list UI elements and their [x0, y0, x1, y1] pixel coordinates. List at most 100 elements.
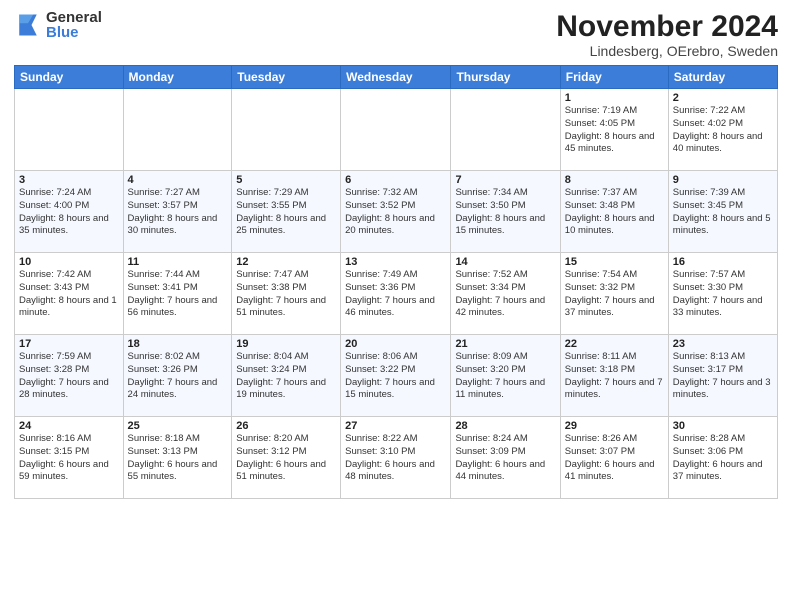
- day-info: Sunrise: 7:24 AM Sunset: 4:00 PM Dayligh…: [19, 187, 119, 238]
- calendar-cell-w2-d3: 5Sunrise: 7:29 AM Sunset: 3:55 PM Daylig…: [232, 171, 341, 253]
- calendar-header-row: Sunday Monday Tuesday Wednesday Thursday…: [15, 66, 778, 89]
- day-number: 17: [19, 338, 119, 350]
- calendar-cell-w5-d7: 30Sunrise: 8:28 AM Sunset: 3:06 PM Dayli…: [668, 417, 777, 499]
- header-monday: Monday: [123, 66, 232, 89]
- day-info: Sunrise: 7:49 AM Sunset: 3:36 PM Dayligh…: [345, 269, 446, 320]
- day-number: 6: [345, 174, 446, 186]
- day-number: 27: [345, 420, 446, 432]
- calendar-cell-w4-d5: 21Sunrise: 8:09 AM Sunset: 3:20 PM Dayli…: [451, 335, 560, 417]
- calendar-week-2: 3Sunrise: 7:24 AM Sunset: 4:00 PM Daylig…: [15, 171, 778, 253]
- calendar-table: Sunday Monday Tuesday Wednesday Thursday…: [14, 65, 778, 499]
- day-info: Sunrise: 7:42 AM Sunset: 3:43 PM Dayligh…: [19, 269, 119, 320]
- day-number: 20: [345, 338, 446, 350]
- header-thursday: Thursday: [451, 66, 560, 89]
- day-number: 12: [236, 256, 336, 268]
- day-info: Sunrise: 7:34 AM Sunset: 3:50 PM Dayligh…: [455, 187, 555, 238]
- calendar-cell-w3-d7: 16Sunrise: 7:57 AM Sunset: 3:30 PM Dayli…: [668, 253, 777, 335]
- calendar-cell-w5-d3: 26Sunrise: 8:20 AM Sunset: 3:12 PM Dayli…: [232, 417, 341, 499]
- day-number: 3: [19, 174, 119, 186]
- day-number: 21: [455, 338, 555, 350]
- calendar-week-4: 17Sunrise: 7:59 AM Sunset: 3:28 PM Dayli…: [15, 335, 778, 417]
- day-number: 29: [565, 420, 664, 432]
- day-info: Sunrise: 8:18 AM Sunset: 3:13 PM Dayligh…: [128, 433, 228, 484]
- day-number: 15: [565, 256, 664, 268]
- day-info: Sunrise: 8:11 AM Sunset: 3:18 PM Dayligh…: [565, 351, 664, 402]
- calendar-cell-w2-d7: 9Sunrise: 7:39 AM Sunset: 3:45 PM Daylig…: [668, 171, 777, 253]
- calendar-cell-w3-d5: 14Sunrise: 7:52 AM Sunset: 3:34 PM Dayli…: [451, 253, 560, 335]
- calendar-cell-w2-d5: 7Sunrise: 7:34 AM Sunset: 3:50 PM Daylig…: [451, 171, 560, 253]
- day-info: Sunrise: 7:47 AM Sunset: 3:38 PM Dayligh…: [236, 269, 336, 320]
- calendar-week-3: 10Sunrise: 7:42 AM Sunset: 3:43 PM Dayli…: [15, 253, 778, 335]
- day-number: 16: [673, 256, 773, 268]
- day-info: Sunrise: 7:54 AM Sunset: 3:32 PM Dayligh…: [565, 269, 664, 320]
- month-title: November 2024: [556, 10, 778, 43]
- day-info: Sunrise: 8:28 AM Sunset: 3:06 PM Dayligh…: [673, 433, 773, 484]
- calendar-cell-w5-d1: 24Sunrise: 8:16 AM Sunset: 3:15 PM Dayli…: [15, 417, 124, 499]
- day-info: Sunrise: 8:16 AM Sunset: 3:15 PM Dayligh…: [19, 433, 119, 484]
- header-wednesday: Wednesday: [341, 66, 451, 89]
- day-info: Sunrise: 7:44 AM Sunset: 3:41 PM Dayligh…: [128, 269, 228, 320]
- calendar-cell-w4-d1: 17Sunrise: 7:59 AM Sunset: 3:28 PM Dayli…: [15, 335, 124, 417]
- calendar-cell-w1-d7: 2Sunrise: 7:22 AM Sunset: 4:02 PM Daylig…: [668, 89, 777, 171]
- day-number: 23: [673, 338, 773, 350]
- title-block: November 2024 Lindesberg, OErebro, Swede…: [556, 10, 778, 59]
- day-info: Sunrise: 8:04 AM Sunset: 3:24 PM Dayligh…: [236, 351, 336, 402]
- day-info: Sunrise: 7:22 AM Sunset: 4:02 PM Dayligh…: [673, 105, 773, 156]
- day-info: Sunrise: 7:39 AM Sunset: 3:45 PM Dayligh…: [673, 187, 773, 238]
- calendar-cell-w1-d4: [341, 89, 451, 171]
- calendar-cell-w4-d4: 20Sunrise: 8:06 AM Sunset: 3:22 PM Dayli…: [341, 335, 451, 417]
- calendar-cell-w2-d6: 8Sunrise: 7:37 AM Sunset: 3:48 PM Daylig…: [560, 171, 668, 253]
- day-number: 5: [236, 174, 336, 186]
- location: Lindesberg, OErebro, Sweden: [556, 43, 778, 59]
- day-info: Sunrise: 7:32 AM Sunset: 3:52 PM Dayligh…: [345, 187, 446, 238]
- calendar-cell-w1-d1: [15, 89, 124, 171]
- day-info: Sunrise: 8:06 AM Sunset: 3:22 PM Dayligh…: [345, 351, 446, 402]
- calendar-cell-w1-d2: [123, 89, 232, 171]
- calendar-cell-w3-d1: 10Sunrise: 7:42 AM Sunset: 3:43 PM Dayli…: [15, 253, 124, 335]
- calendar-cell-w3-d3: 12Sunrise: 7:47 AM Sunset: 3:38 PM Dayli…: [232, 253, 341, 335]
- day-number: 28: [455, 420, 555, 432]
- calendar-cell-w4-d3: 19Sunrise: 8:04 AM Sunset: 3:24 PM Dayli…: [232, 335, 341, 417]
- day-number: 24: [19, 420, 119, 432]
- day-number: 19: [236, 338, 336, 350]
- calendar-cell-w4-d6: 22Sunrise: 8:11 AM Sunset: 3:18 PM Dayli…: [560, 335, 668, 417]
- logo-blue-text: Blue: [46, 25, 102, 40]
- day-number: 30: [673, 420, 773, 432]
- calendar-week-5: 24Sunrise: 8:16 AM Sunset: 3:15 PM Dayli…: [15, 417, 778, 499]
- calendar-cell-w4-d7: 23Sunrise: 8:13 AM Sunset: 3:17 PM Dayli…: [668, 335, 777, 417]
- day-number: 10: [19, 256, 119, 268]
- calendar-cell-w2-d1: 3Sunrise: 7:24 AM Sunset: 4:00 PM Daylig…: [15, 171, 124, 253]
- calendar-cell-w5-d5: 28Sunrise: 8:24 AM Sunset: 3:09 PM Dayli…: [451, 417, 560, 499]
- day-info: Sunrise: 8:24 AM Sunset: 3:09 PM Dayligh…: [455, 433, 555, 484]
- day-number: 14: [455, 256, 555, 268]
- calendar-cell-w4-d2: 18Sunrise: 8:02 AM Sunset: 3:26 PM Dayli…: [123, 335, 232, 417]
- day-number: 22: [565, 338, 664, 350]
- day-info: Sunrise: 7:27 AM Sunset: 3:57 PM Dayligh…: [128, 187, 228, 238]
- logo: General Blue: [14, 10, 102, 40]
- calendar-cell-w2-d4: 6Sunrise: 7:32 AM Sunset: 3:52 PM Daylig…: [341, 171, 451, 253]
- calendar-cell-w2-d2: 4Sunrise: 7:27 AM Sunset: 3:57 PM Daylig…: [123, 171, 232, 253]
- logo-icon: [14, 11, 42, 39]
- day-info: Sunrise: 8:13 AM Sunset: 3:17 PM Dayligh…: [673, 351, 773, 402]
- header-friday: Friday: [560, 66, 668, 89]
- day-number: 1: [565, 92, 664, 104]
- calendar-cell-w1-d5: [451, 89, 560, 171]
- day-info: Sunrise: 7:29 AM Sunset: 3:55 PM Dayligh…: [236, 187, 336, 238]
- day-info: Sunrise: 7:37 AM Sunset: 3:48 PM Dayligh…: [565, 187, 664, 238]
- header-saturday: Saturday: [668, 66, 777, 89]
- day-number: 8: [565, 174, 664, 186]
- logo-general-text: General: [46, 10, 102, 25]
- day-number: 18: [128, 338, 228, 350]
- day-info: Sunrise: 7:57 AM Sunset: 3:30 PM Dayligh…: [673, 269, 773, 320]
- calendar-cell-w1-d6: 1Sunrise: 7:19 AM Sunset: 4:05 PM Daylig…: [560, 89, 668, 171]
- day-info: Sunrise: 7:59 AM Sunset: 3:28 PM Dayligh…: [19, 351, 119, 402]
- header-tuesday: Tuesday: [232, 66, 341, 89]
- calendar-cell-w5-d4: 27Sunrise: 8:22 AM Sunset: 3:10 PM Dayli…: [341, 417, 451, 499]
- day-number: 2: [673, 92, 773, 104]
- day-info: Sunrise: 7:19 AM Sunset: 4:05 PM Dayligh…: [565, 105, 664, 156]
- day-info: Sunrise: 7:52 AM Sunset: 3:34 PM Dayligh…: [455, 269, 555, 320]
- calendar-cell-w5-d6: 29Sunrise: 8:26 AM Sunset: 3:07 PM Dayli…: [560, 417, 668, 499]
- header: General Blue November 2024 Lindesberg, O…: [14, 10, 778, 59]
- day-info: Sunrise: 8:09 AM Sunset: 3:20 PM Dayligh…: [455, 351, 555, 402]
- calendar-cell-w3-d2: 11Sunrise: 7:44 AM Sunset: 3:41 PM Dayli…: [123, 253, 232, 335]
